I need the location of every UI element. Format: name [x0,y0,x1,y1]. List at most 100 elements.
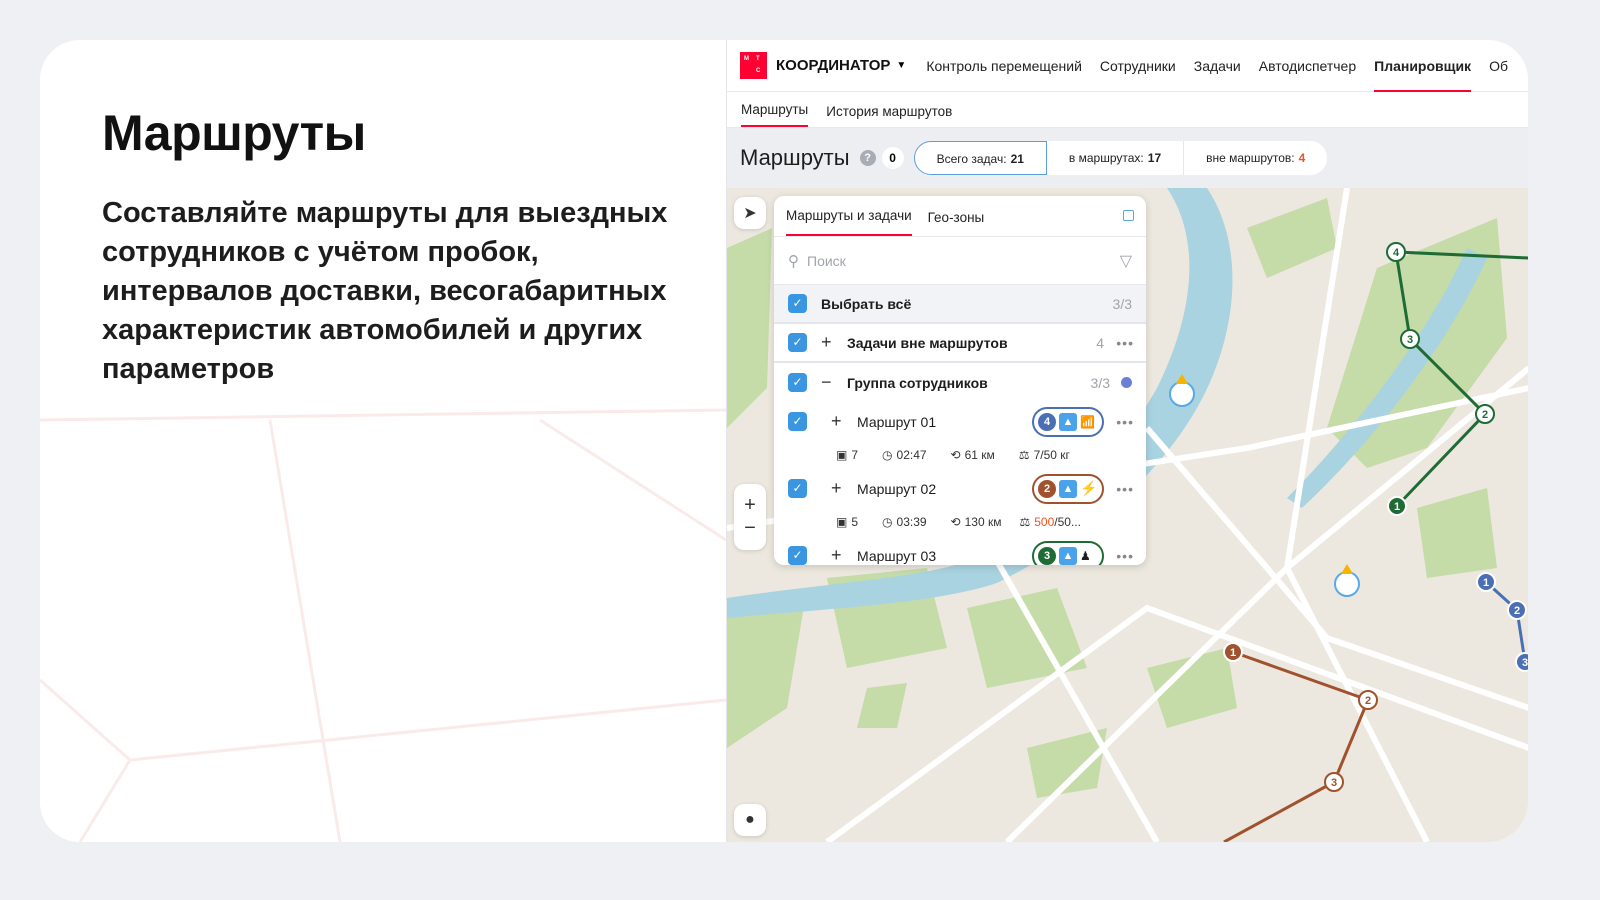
page-title: Маршруты [740,145,850,170]
stat-label: Всего задач: [936,152,1007,166]
route-badge[interactable]: 4 ▲ 📶 [1032,406,1104,437]
route-number: 3 [1038,546,1056,565]
weight-over: 500 [1034,515,1055,529]
distance: 61 км [964,448,995,462]
more-icon[interactable]: ••• [1116,481,1134,497]
checkbox[interactable]: ✓ [788,373,807,392]
brown-route-marker[interactable]: 3 [1324,772,1344,792]
mts-logo[interactable]: МТС [740,52,767,79]
stat-label: вне маршрутов: [1206,151,1295,165]
clock-icon: ◷ [882,515,893,529]
brand-name[interactable]: КООРДИНАТОР [776,57,890,74]
route-stats: ▣ 5 ◷ 03:39 ⟲ 130 км ⚖ 500/50... [774,508,1146,536]
route-icon: ⟲ [950,448,961,462]
expand-icon[interactable]: + [831,411,857,432]
hero-description: Составляйте маршруты для выездных сотруд… [102,197,668,385]
blue-route-marker[interactable]: 3 [1515,652,1528,672]
green-route-marker[interactable]: 2 [1475,404,1495,424]
svg-text:2: 2 [1514,605,1520,617]
route-row[interactable]: ✓ + Маршрут 03 3 ▲ ♟ ••• [774,536,1146,565]
help-icon[interactable]: ? [859,150,876,166]
courier-icon: ♟ [1080,548,1091,563]
nav-planner[interactable]: Планировщик [1374,40,1472,92]
tab-geo-zones[interactable]: Гео-зоны [928,210,985,236]
task-count: 5 [851,515,859,529]
stat-value: 4 [1298,151,1306,165]
stat-total[interactable]: Всего задач: 21 [913,141,1047,175]
map[interactable]: 1 2 3 4 1 2 3 1 2 3 ➤ + − ● Маршруты и за… [727,188,1528,842]
scales-icon: ⚖ [1019,515,1031,529]
nav-autodispatcher[interactable]: Автодиспетчер [1259,40,1356,92]
nav-more[interactable]: Об [1489,40,1508,92]
group-color-dot [1121,377,1132,388]
route-number: 4 [1038,412,1056,431]
task-stats: Всего задач: 21 в маршрутах: 17 вне маршру… [913,141,1328,175]
router-icon: 📶 [1080,414,1095,429]
checkbox[interactable]: ✓ [788,333,807,352]
route-name: Маршрут 01 [857,413,937,430]
duration: 03:39 [896,515,927,529]
unrouted-tasks-row[interactable]: ✓ + Задачи вне маршрутов 4 ••• [774,324,1146,363]
count-badge: 0 [881,147,904,169]
stat-in-routes[interactable]: в маршрутах: 17 [1047,141,1185,175]
route-row[interactable]: ✓ + Маршрут 01 4 ▲ 📶 ••• [774,402,1146,441]
select-all-label: Выбрать всё [821,295,912,312]
route-name: Маршрут 02 [857,480,937,497]
group-label: Группа сотрудников [847,374,988,391]
nav-movement-control[interactable]: Контроль перемещений [926,40,1082,92]
checkbox[interactable]: ✓ [788,479,807,498]
app-window: МТС КООРДИНАТОР ▼ Контроль перемещений С… [726,40,1528,842]
hero-title: Маршруты [102,105,366,161]
checkbox[interactable]: ✓ [788,412,807,431]
route-row[interactable]: ✓ + Маршрут 02 2 ▲ ⚡ ••• [774,469,1146,508]
stat-out-of-routes[interactable]: вне маршрутов: 4 [1184,141,1327,175]
expand-icon[interactable]: + [821,332,847,353]
chevron-down-icon[interactable]: ▼ [896,60,906,71]
tab-routes[interactable]: Маршруты [741,102,809,127]
nav-employees[interactable]: Сотрудники [1100,40,1176,92]
search-input[interactable]: ⚲ Поиск ▽ [774,237,1146,285]
select-all-row[interactable]: ✓ Выбрать всё 3/3 [774,285,1146,324]
tab-routes-and-tasks[interactable]: Маршруты и задачи [786,208,912,236]
collapse-group-icon[interactable]: − [821,372,847,393]
zoom-in-button[interactable]: + [744,494,756,517]
lightbulb-icon[interactable]: ● [734,804,766,836]
blue-route-marker[interactable]: 2 [1507,600,1527,620]
more-icon[interactable]: ••• [1116,335,1134,351]
route-badge[interactable]: 3 ▲ ♟ [1032,540,1104,565]
routes-panel: Маршруты и задачи Гео-зоны ⚲ Поиск ▽ ✓ В… [774,196,1146,565]
person-icon: ▲ [1059,546,1077,565]
route-stats: ▣ 7 ◷ 02:47 ⟲ 61 км ⚖ 7/50 кг [774,441,1146,469]
checkbox[interactable]: ✓ [788,546,807,565]
brown-route-marker[interactable]: 2 [1358,690,1378,710]
green-route-marker[interactable]: 1 [1387,496,1407,516]
panel-tabs: Маршруты и задачи Гео-зоны [774,196,1146,237]
route-number: 2 [1038,479,1056,498]
locate-icon[interactable]: ➤ [734,197,766,229]
lightning-icon: ⚡ [1080,480,1098,496]
warning-pin-icon[interactable] [1334,564,1360,597]
expand-icon[interactable]: + [831,545,857,565]
zoom-out-button[interactable]: − [744,517,756,540]
nav-tasks[interactable]: Задачи [1194,40,1241,92]
distance: 130 км [964,515,1002,529]
scales-icon: ⚖ [1018,448,1030,462]
checkbox[interactable]: ✓ [788,294,807,313]
green-route-marker[interactable]: 3 [1400,329,1420,349]
brown-route-marker[interactable]: 1 [1223,642,1243,662]
svg-text:3: 3 [1407,334,1413,346]
group-row[interactable]: ✓ − Группа сотрудников 3/3 [774,363,1146,402]
blue-route-marker[interactable]: 1 [1476,572,1496,592]
route-badge[interactable]: 2 ▲ ⚡ [1032,473,1104,504]
person-icon: ▲ [1059,412,1077,431]
filter-icon[interactable]: ▽ [1120,251,1132,271]
collapse-icon[interactable] [1123,210,1134,221]
svg-text:1: 1 [1483,577,1489,589]
more-icon[interactable]: ••• [1116,548,1134,564]
green-route-marker[interactable]: 4 [1386,242,1406,262]
unrouted-label: Задачи вне маршрутов [847,334,1008,351]
tab-route-history[interactable]: История маршрутов [826,104,952,127]
expand-icon[interactable]: + [831,478,857,499]
top-nav: МТС КООРДИНАТОР ▼ Контроль перемещений С… [727,40,1528,92]
more-icon[interactable]: ••• [1116,414,1134,430]
